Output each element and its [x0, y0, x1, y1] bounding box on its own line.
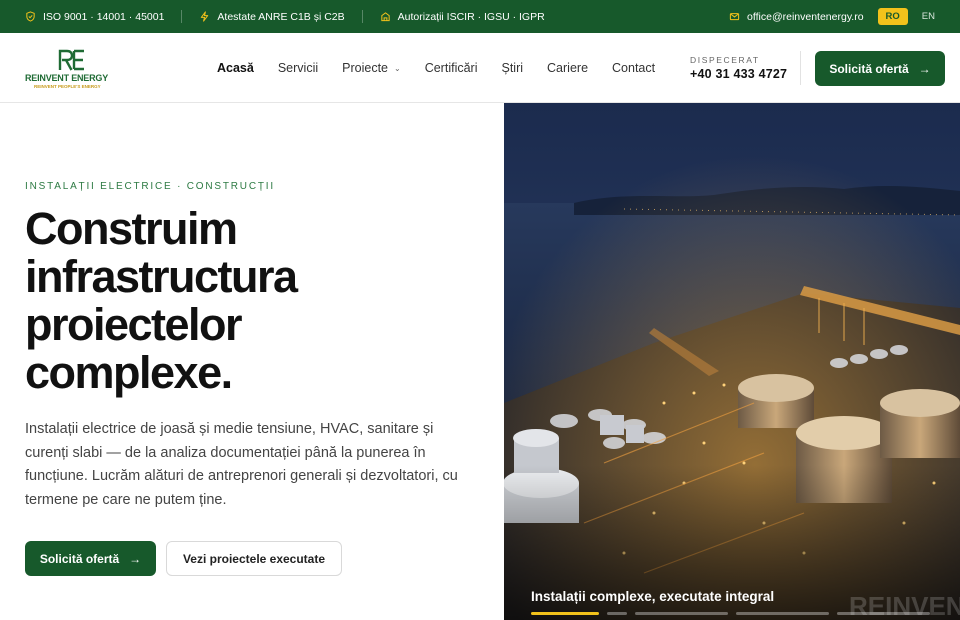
logo-name: REINVENT ENERGY: [25, 73, 109, 83]
slide-indicator-4[interactable]: [736, 612, 829, 615]
arrow-right-icon: →: [918, 61, 931, 76]
email-text[interactable]: office@reinventenergy.ro: [747, 11, 864, 23]
hero-image: REINVENT: [504, 103, 960, 620]
slider-indicators: [531, 612, 960, 615]
dispatch-phone[interactable]: +40 31 433 4727: [690, 67, 787, 81]
hero-headline: Construim infrastructura proiectelor com…: [25, 203, 298, 398]
cert-authorizations: Autorizații ISCIR · IGSU · IGPR: [380, 11, 545, 23]
headline-line: complexe.: [25, 347, 233, 398]
hero-description: Instalații electrice de joasă și medie t…: [25, 421, 458, 508]
nav-item-cariere[interactable]: Cariere: [547, 61, 588, 75]
main-header: RE REINVENT ENERGY REINVENT PEOPLE'S ENE…: [0, 33, 960, 103]
industrial-port-night-image: REINVENT: [504, 103, 960, 620]
nav-item-acasa[interactable]: Acasă: [217, 61, 254, 75]
headline-highlight: infrastructura: [25, 251, 298, 302]
top-info-bar: ISO 9001 · 14001 · 45001 Atestate ANRE C…: [0, 0, 960, 33]
hero-eyebrow: INSTALAȚII ELECTRICE · CONSTRUCȚII: [25, 181, 275, 192]
nav-item-stiri[interactable]: Știri: [502, 61, 524, 75]
nav-label: Contact: [612, 61, 656, 75]
divider: [800, 51, 801, 85]
nav-item-contact[interactable]: Contact: [612, 61, 655, 75]
arrow-right-icon: →: [129, 551, 142, 566]
cert-auth-text: Autorizații ISCIR · IGSU · IGPR: [397, 10, 545, 23]
cert-iso-text: ISO 9001 · 14001 · 45001: [43, 10, 165, 23]
image-watermark: REINVENT: [849, 591, 960, 620]
headline-line: Construim: [25, 203, 238, 254]
chevron-down-icon: ⌄: [394, 63, 401, 73]
mail-icon: [729, 13, 740, 21]
view-projects-button[interactable]: Vezi proiectele executate: [166, 541, 342, 576]
button-label: Solicită ofertă: [39, 551, 120, 566]
email-link[interactable]: office@reinventenergy.ro: [729, 11, 864, 23]
headline-line: proiectelor: [25, 299, 243, 350]
dispatch-label: DISPECERAT: [690, 55, 760, 65]
nav-label: Acasă: [217, 61, 254, 75]
divider: [181, 10, 183, 23]
shield-check-icon: [26, 11, 35, 22]
slide-indicator-2[interactable]: [607, 612, 627, 615]
cert-anre: Atestate ANRE C1B și C2B: [199, 10, 345, 23]
lightning-icon: [201, 11, 209, 22]
main-nav: Acasă Servicii Proiecte ⌄ Certificări Ști…: [217, 33, 655, 103]
nav-label: Știri: [501, 61, 524, 75]
nav-item-proiecte[interactable]: Proiecte ⌄: [342, 61, 401, 75]
nav-label: Certificări: [424, 61, 478, 75]
divider: [361, 10, 363, 23]
slide-indicator-5[interactable]: [837, 612, 930, 615]
lang-ro-button[interactable]: RO: [877, 8, 908, 25]
cert-anre-text: Atestate ANRE C1B și C2B: [217, 10, 345, 23]
logo-mark-icon: [58, 49, 84, 71]
nav-item-certificari[interactable]: Certificări: [425, 61, 478, 75]
cert-iso: ISO 9001 · 14001 · 45001: [25, 11, 164, 23]
header-request-offer-button[interactable]: Solicită ofertă →: [815, 51, 945, 86]
nav-label: Cariere: [547, 61, 589, 75]
button-label: Solicită ofertă: [829, 61, 909, 76]
slide-indicator-1[interactable]: [531, 612, 599, 615]
logo[interactable]: RE REINVENT ENERGY REINVENT PEOPLE'S ENE…: [25, 46, 120, 91]
nav-label: Servicii: [277, 61, 319, 75]
hero-request-offer-button[interactable]: Solicită ofertă →: [25, 541, 156, 576]
building-icon: [380, 12, 390, 22]
lang-en-button[interactable]: EN: [922, 11, 935, 22]
slide-indicator-3[interactable]: [635, 612, 728, 615]
nav-label: Proiecte: [342, 61, 388, 75]
logo-tagline: REINVENT PEOPLE'S ENERGY: [34, 84, 101, 89]
dispatch-contact[interactable]: DISPECERAT +40 31 433 4727: [690, 55, 787, 81]
nav-item-servicii[interactable]: Servicii: [278, 61, 318, 75]
slide-caption: Instalații complexe, executate integral: [531, 589, 775, 604]
